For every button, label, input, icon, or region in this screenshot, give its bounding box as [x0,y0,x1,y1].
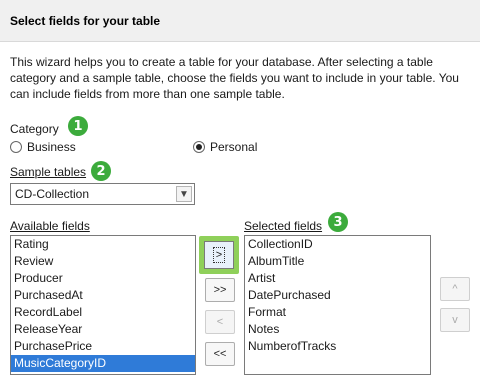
remove-field-button[interactable]: < [205,310,235,334]
page-title: Select fields for your table [10,14,161,28]
available-fields-list[interactable]: Rating Review Producer PurchasedAt Recor… [10,235,196,375]
callout-badge-3: 3 [328,212,348,232]
remove-all-fields-button[interactable]: << [205,342,235,366]
move-up-button[interactable]: ^ [440,277,470,301]
selected-fields-label: Selected fields [244,219,323,233]
add-all-fields-button[interactable]: >> [205,278,235,302]
radio-button-business[interactable] [10,141,22,153]
category-label: Category [10,122,59,136]
radio-personal[interactable]: Personal [193,140,257,154]
wizard-description: This wizard helps you to create a table … [10,55,459,101]
sample-tables-value: CD-Collection [15,187,90,201]
available-fields-label: Available fields [10,219,90,233]
sample-tables-select[interactable]: CD-Collection ▼ [10,183,195,205]
add-field-button[interactable]: > [204,241,234,269]
radio-business[interactable]: Business [10,140,76,154]
list-item[interactable]: PurchasePrice [11,338,195,355]
add-field-button-highlight: > [199,236,239,274]
callout-badge-2: 2 [91,161,111,181]
list-item[interactable]: CollectionID [245,236,430,253]
selected-fields-list[interactable]: CollectionID AlbumTitle Artist DatePurch… [244,235,431,375]
header-band: Select fields for your table [0,0,480,42]
move-down-button[interactable]: v [440,308,470,332]
sample-tables-label: Sample tables [10,165,87,179]
chevron-down-icon[interactable]: ▼ [176,186,192,202]
list-item[interactable]: NumberofTracks [245,338,430,355]
list-item[interactable]: Producer [11,270,195,287]
list-item-selected[interactable]: MusicCategoryID [11,355,195,372]
list-item[interactable]: Rating [11,236,195,253]
list-item[interactable]: AlbumTitle [245,253,430,270]
radio-button-personal[interactable] [193,141,205,153]
list-item[interactable]: RecordLabel [11,304,195,321]
chevron-up-icon: ^ [452,283,458,295]
list-item[interactable]: Notes [245,321,430,338]
radio-label-business: Business [27,140,76,154]
radio-label-personal: Personal [210,140,258,154]
list-item[interactable]: Review [11,253,195,270]
list-item[interactable]: Format [245,304,430,321]
list-item[interactable]: PurchasedAt [11,287,195,304]
add-field-button-label: > [212,247,226,263]
list-item[interactable]: Artist [245,270,430,287]
callout-badge-1: 1 [68,116,88,136]
list-item[interactable]: DatePurchased [245,287,430,304]
chevron-down-icon: v [452,314,458,326]
list-item[interactable]: ReleaseYear [11,321,195,338]
